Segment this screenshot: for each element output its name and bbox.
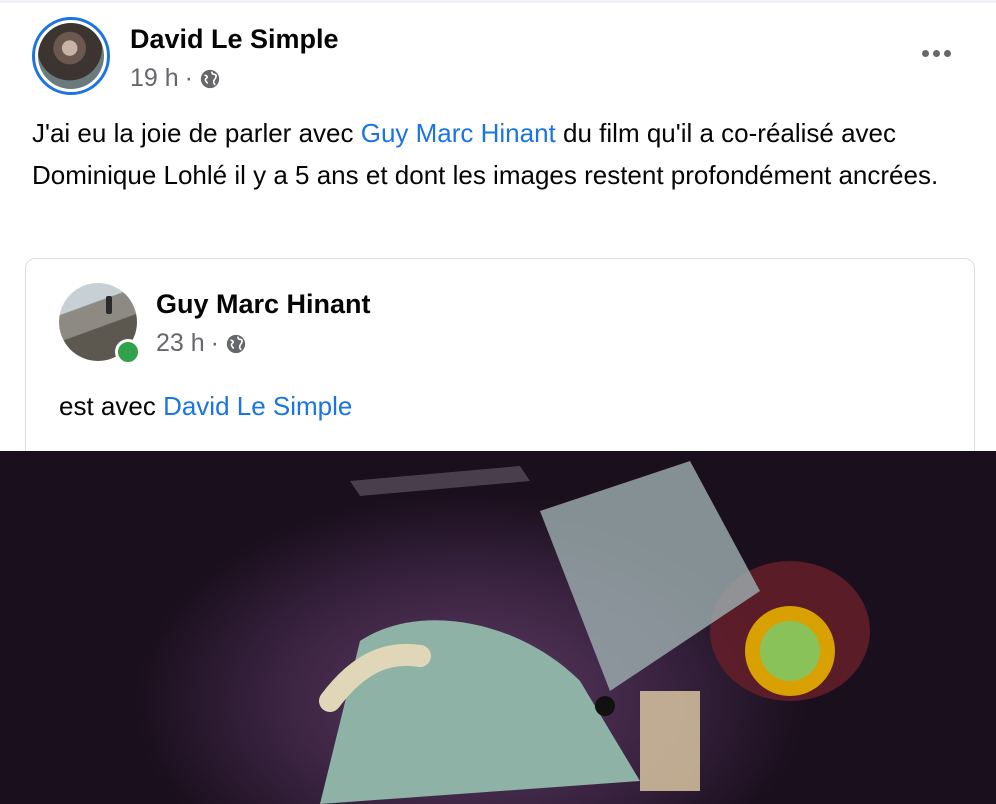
media-illustration (319, 461, 870, 804)
shared-post-meta: 23 h · (156, 329, 247, 358)
post-author-name[interactable]: David Le Simple (130, 24, 339, 55)
shared-text-before: est avec (59, 391, 164, 421)
author-avatar-image (38, 23, 104, 89)
meta-separator: · (184, 64, 193, 92)
post-timestamp[interactable]: 19 h (130, 64, 179, 93)
mention-link[interactable]: Guy Marc Hinant (361, 118, 556, 148)
more-dot (932, 49, 940, 57)
post-media-image[interactable] (0, 451, 996, 804)
online-status-indicator (115, 339, 141, 365)
shared-author-name[interactable]: Guy Marc Hinant (156, 289, 371, 320)
shared-post-card[interactable]: Guy Marc Hinant 23 h · est avec David Le… (25, 258, 975, 468)
shared-timestamp[interactable]: 23 h (156, 329, 205, 358)
more-options-button[interactable] (916, 38, 956, 68)
globe-icon[interactable] (199, 68, 221, 90)
shared-post-text: est avec David Le Simple (59, 391, 352, 422)
more-dot (943, 49, 951, 57)
author-avatar[interactable] (32, 17, 110, 95)
globe-icon[interactable] (225, 333, 247, 355)
meta-separator: · (210, 329, 219, 357)
post-meta: 19 h · (130, 64, 221, 93)
post-message: J'ai eu la joie de parler avec Guy Marc … (32, 112, 962, 196)
shared-mention-link[interactable]: David Le Simple (163, 391, 352, 421)
more-horizontal-icon (921, 49, 929, 57)
post-text-before: J'ai eu la joie de parler avec (32, 118, 361, 148)
top-divider (0, 0, 996, 3)
